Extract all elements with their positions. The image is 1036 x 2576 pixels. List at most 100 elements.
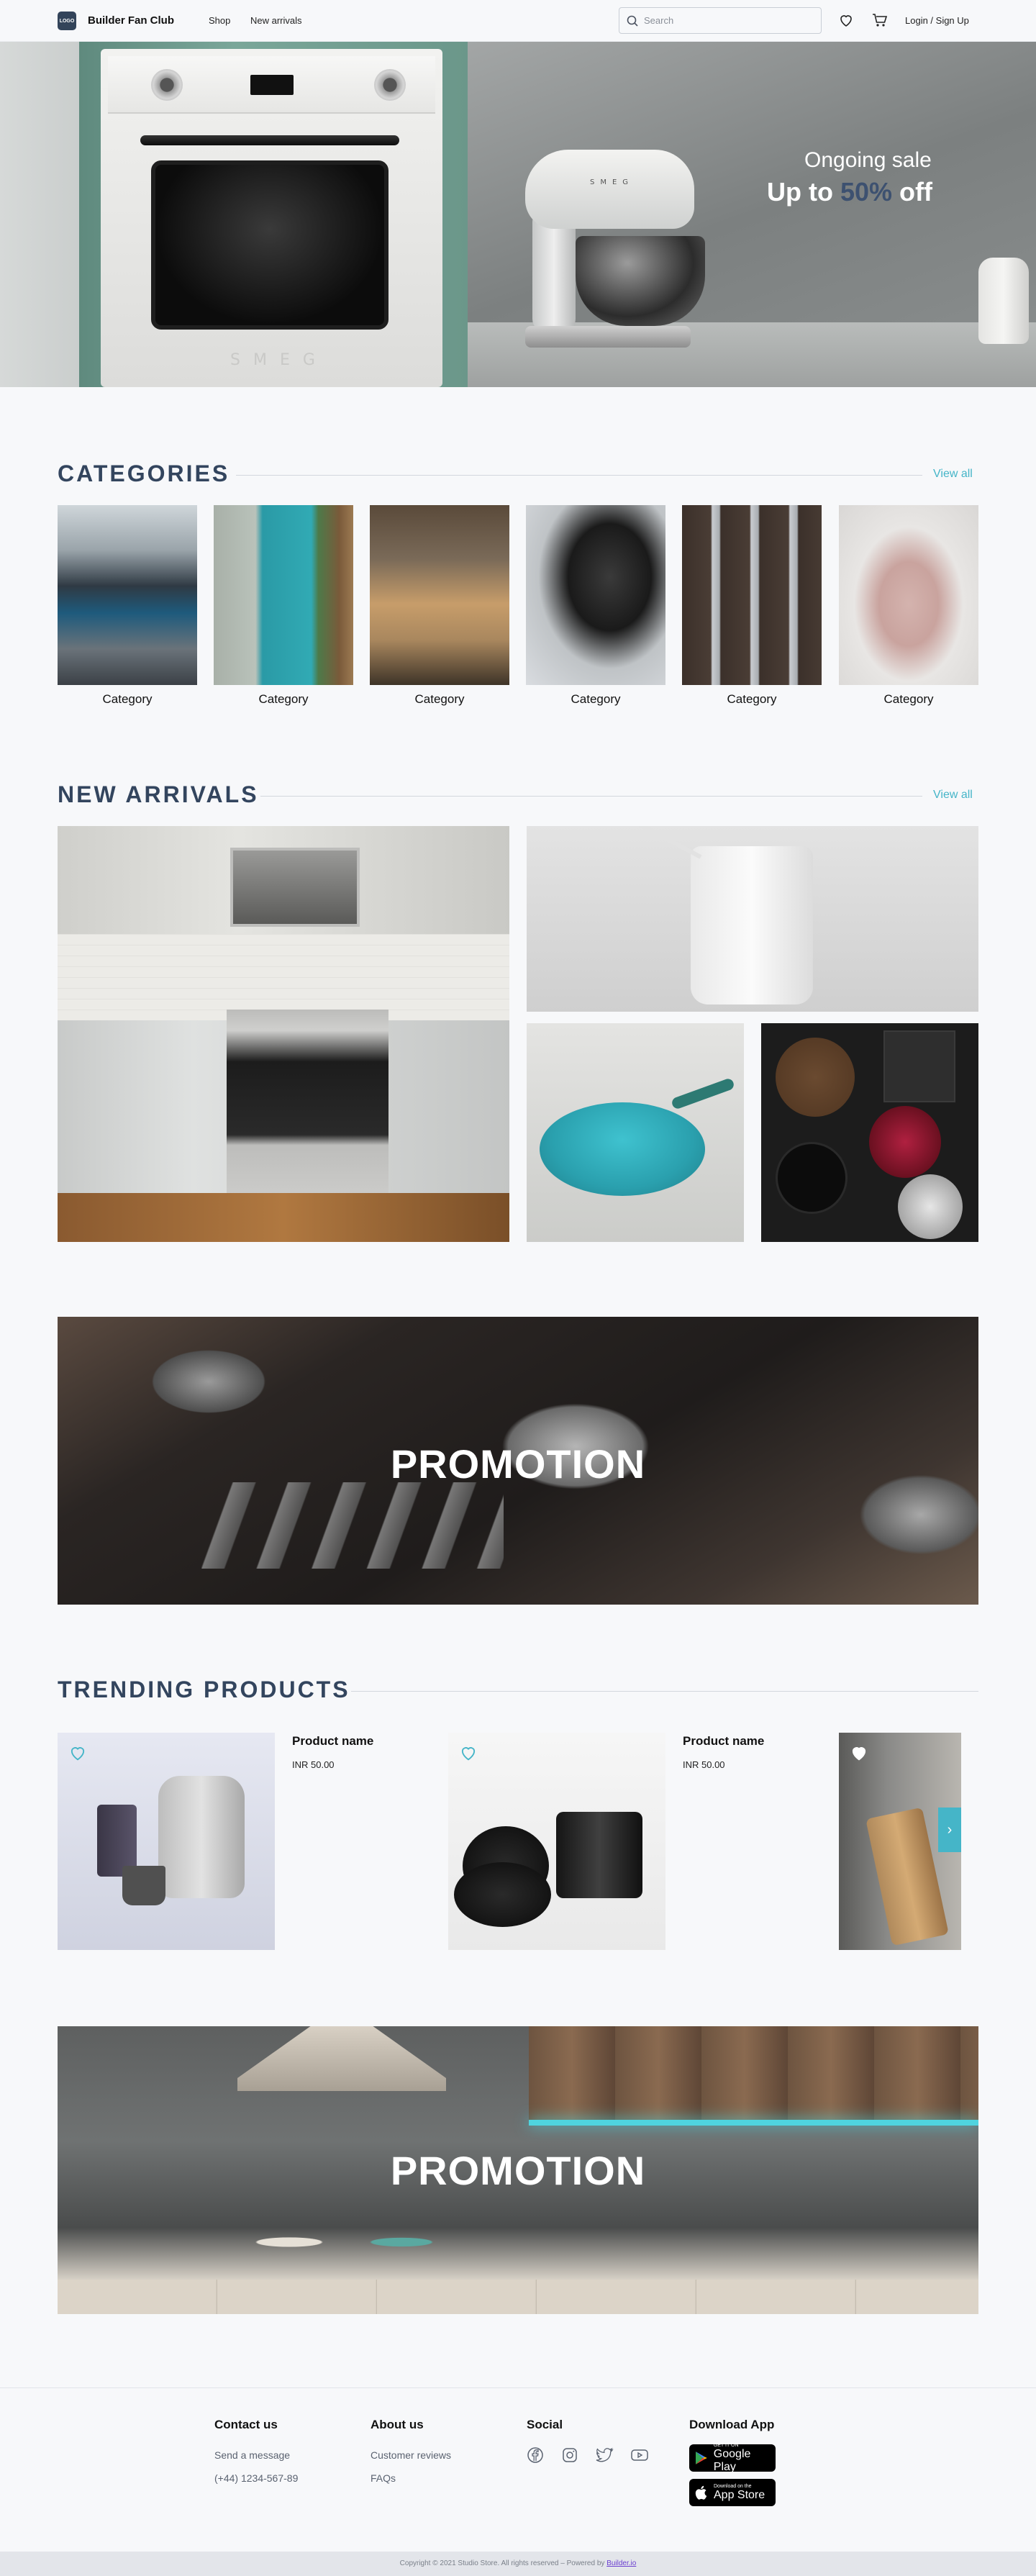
promotion-text: PROMOTION: [390, 1441, 646, 1487]
category-card[interactable]: Category: [214, 505, 353, 707]
oven-brand-text: SMEG: [230, 351, 328, 369]
copyright-text: Copyright © 2021 Studio Store. All right…: [399, 2559, 607, 2567]
oven-knob-right: [374, 69, 406, 101]
range-hood: [237, 2026, 446, 2091]
cooktop-knobs: [201, 1482, 504, 1569]
builder-io-link[interactable]: Builder.io: [606, 2559, 636, 2567]
nav-shop-link[interactable]: Shop: [209, 15, 230, 26]
product-image-pans: [448, 1733, 665, 1950]
category-label: Category: [414, 692, 465, 706]
promotion-banner-cooktop[interactable]: PROMOTION: [58, 1317, 978, 1605]
favorite-heart-filled-icon[interactable]: [849, 1743, 869, 1763]
search-box[interactable]: [619, 7, 822, 34]
twitter-icon[interactable]: [596, 2446, 614, 2464]
youtube-icon[interactable]: [630, 2446, 649, 2464]
category-image-cookware: [58, 505, 197, 685]
site-header: LOGO Builder Fan Club Shop New arrivals …: [0, 0, 1036, 42]
oven-knob-left: [151, 69, 183, 101]
new-arrivals-view-all-link[interactable]: View all: [933, 789, 973, 802]
new-arrival-teal-pan-image[interactable]: [527, 1023, 744, 1242]
steel-lid: [898, 1174, 963, 1239]
red-dutch-oven: [869, 1106, 941, 1178]
logo[interactable]: LOGO: [58, 12, 76, 30]
mixer-bowl: [576, 236, 705, 326]
hero-headline-prefix: Up to: [767, 177, 840, 207]
product-price: INR 50.00: [292, 1759, 335, 1770]
categories-heading: CATEGORIES: [58, 461, 230, 486]
product-pot: [556, 1812, 642, 1898]
favorite-heart-icon[interactable]: [458, 1743, 478, 1763]
promotion-text: PROMOTION: [390, 2148, 646, 2193]
facebook-icon[interactable]: [527, 2446, 544, 2464]
footer-faqs-link[interactable]: FAQs: [371, 2472, 396, 2484]
mixer-base: [525, 326, 691, 348]
trending-heading: TRENDING PRODUCTS: [58, 1677, 350, 1702]
product-image-kettle-set: [58, 1733, 275, 1950]
cooktop-burner-1: [144, 1346, 273, 1418]
product-price: INR 50.00: [683, 1759, 725, 1770]
oven-display: [250, 75, 294, 95]
hero-headline-accent: 50%: [840, 177, 893, 207]
favorite-heart-icon[interactable]: [68, 1743, 88, 1763]
google-play-icon: [695, 2452, 707, 2464]
hero-headline: Up to 50% off: [767, 177, 932, 207]
new-arrival-kitchen-image[interactable]: [58, 826, 509, 1242]
categories-divider: [236, 475, 922, 476]
kitchen-range: [227, 1010, 388, 1218]
new-arrivals-divider: [260, 796, 922, 797]
product-cup: [122, 1866, 165, 1905]
category-image-spoons: [682, 505, 822, 685]
wishlist-heart-icon[interactable]: [837, 12, 855, 29]
footer-download-heading: Download App: [689, 2418, 775, 2431]
apple-icon: [695, 2485, 707, 2500]
kettle-body: [691, 846, 813, 1004]
app-store-badge[interactable]: Download on the App Store: [689, 2479, 776, 2506]
brand-name[interactable]: Builder Fan Club: [88, 14, 174, 27]
search-input[interactable]: [644, 15, 802, 26]
google-play-badge[interactable]: GET IT ON Google Play: [689, 2443, 776, 2473]
instagram-icon[interactable]: [561, 2446, 578, 2464]
footer-send-message-link[interactable]: Send a message: [214, 2449, 290, 2461]
new-arrival-dark-cookware-image[interactable]: [761, 1023, 978, 1242]
trending-divider: [351, 1691, 978, 1692]
counter-cookware: [252, 2221, 439, 2257]
product-name[interactable]: Product name: [292, 1734, 373, 1749]
product-board: [865, 1807, 949, 1946]
category-card[interactable]: Category: [839, 505, 978, 707]
footer-social-heading: Social: [527, 2418, 563, 2431]
mixer-head: [525, 150, 694, 229]
new-arrival-kettle-image[interactable]: [527, 826, 978, 1012]
cart-icon[interactable]: [871, 11, 889, 30]
oven-panel: [108, 56, 435, 114]
footer-about-heading: About us: [371, 2418, 424, 2431]
hero-banner[interactable]: SMEG SMEG Ongoing sale Up to 50% off: [0, 42, 1036, 387]
product-kettle: [158, 1776, 245, 1898]
teal-pan: [540, 1102, 705, 1196]
black-skillet: [776, 1142, 848, 1214]
hero-subtitle: Ongoing sale: [804, 148, 932, 172]
app-store-small-text: Download on the: [714, 2483, 752, 2489]
category-image-fridge: [214, 505, 353, 685]
category-card[interactable]: Category: [58, 505, 197, 707]
carousel-next-arrow[interactable]: ›: [938, 1808, 961, 1852]
footer-divider: [0, 2387, 1036, 2388]
google-play-text: GET IT ON Google Play: [714, 2443, 776, 2473]
category-card[interactable]: Category: [370, 505, 509, 707]
category-card[interactable]: Category: [682, 505, 822, 707]
wood-cabinets: [529, 2026, 978, 2120]
footer-reviews-link[interactable]: Customer reviews: [371, 2449, 451, 2461]
categories-view-all-link[interactable]: View all: [933, 468, 973, 481]
login-signup-link[interactable]: Login / Sign Up: [905, 15, 969, 26]
product-name[interactable]: Product name: [683, 1734, 764, 1749]
oven-image: SMEG: [101, 49, 442, 387]
promotion-banner-kitchen[interactable]: PROMOTION: [58, 2026, 978, 2314]
kettle-spout: [630, 826, 702, 859]
footer-phone-link[interactable]: (+44) 1234-567-89: [214, 2472, 298, 2484]
nav-new-arrivals-link[interactable]: New arrivals: [250, 15, 302, 26]
mixer-brand-text: SMEG: [590, 178, 635, 186]
oven-window: [151, 160, 388, 330]
category-label: Category: [883, 692, 934, 706]
teal-pan-handle: [670, 1077, 736, 1110]
category-card[interactable]: Category: [526, 505, 665, 707]
new-arrivals-heading: NEW ARRIVALS: [58, 781, 259, 807]
